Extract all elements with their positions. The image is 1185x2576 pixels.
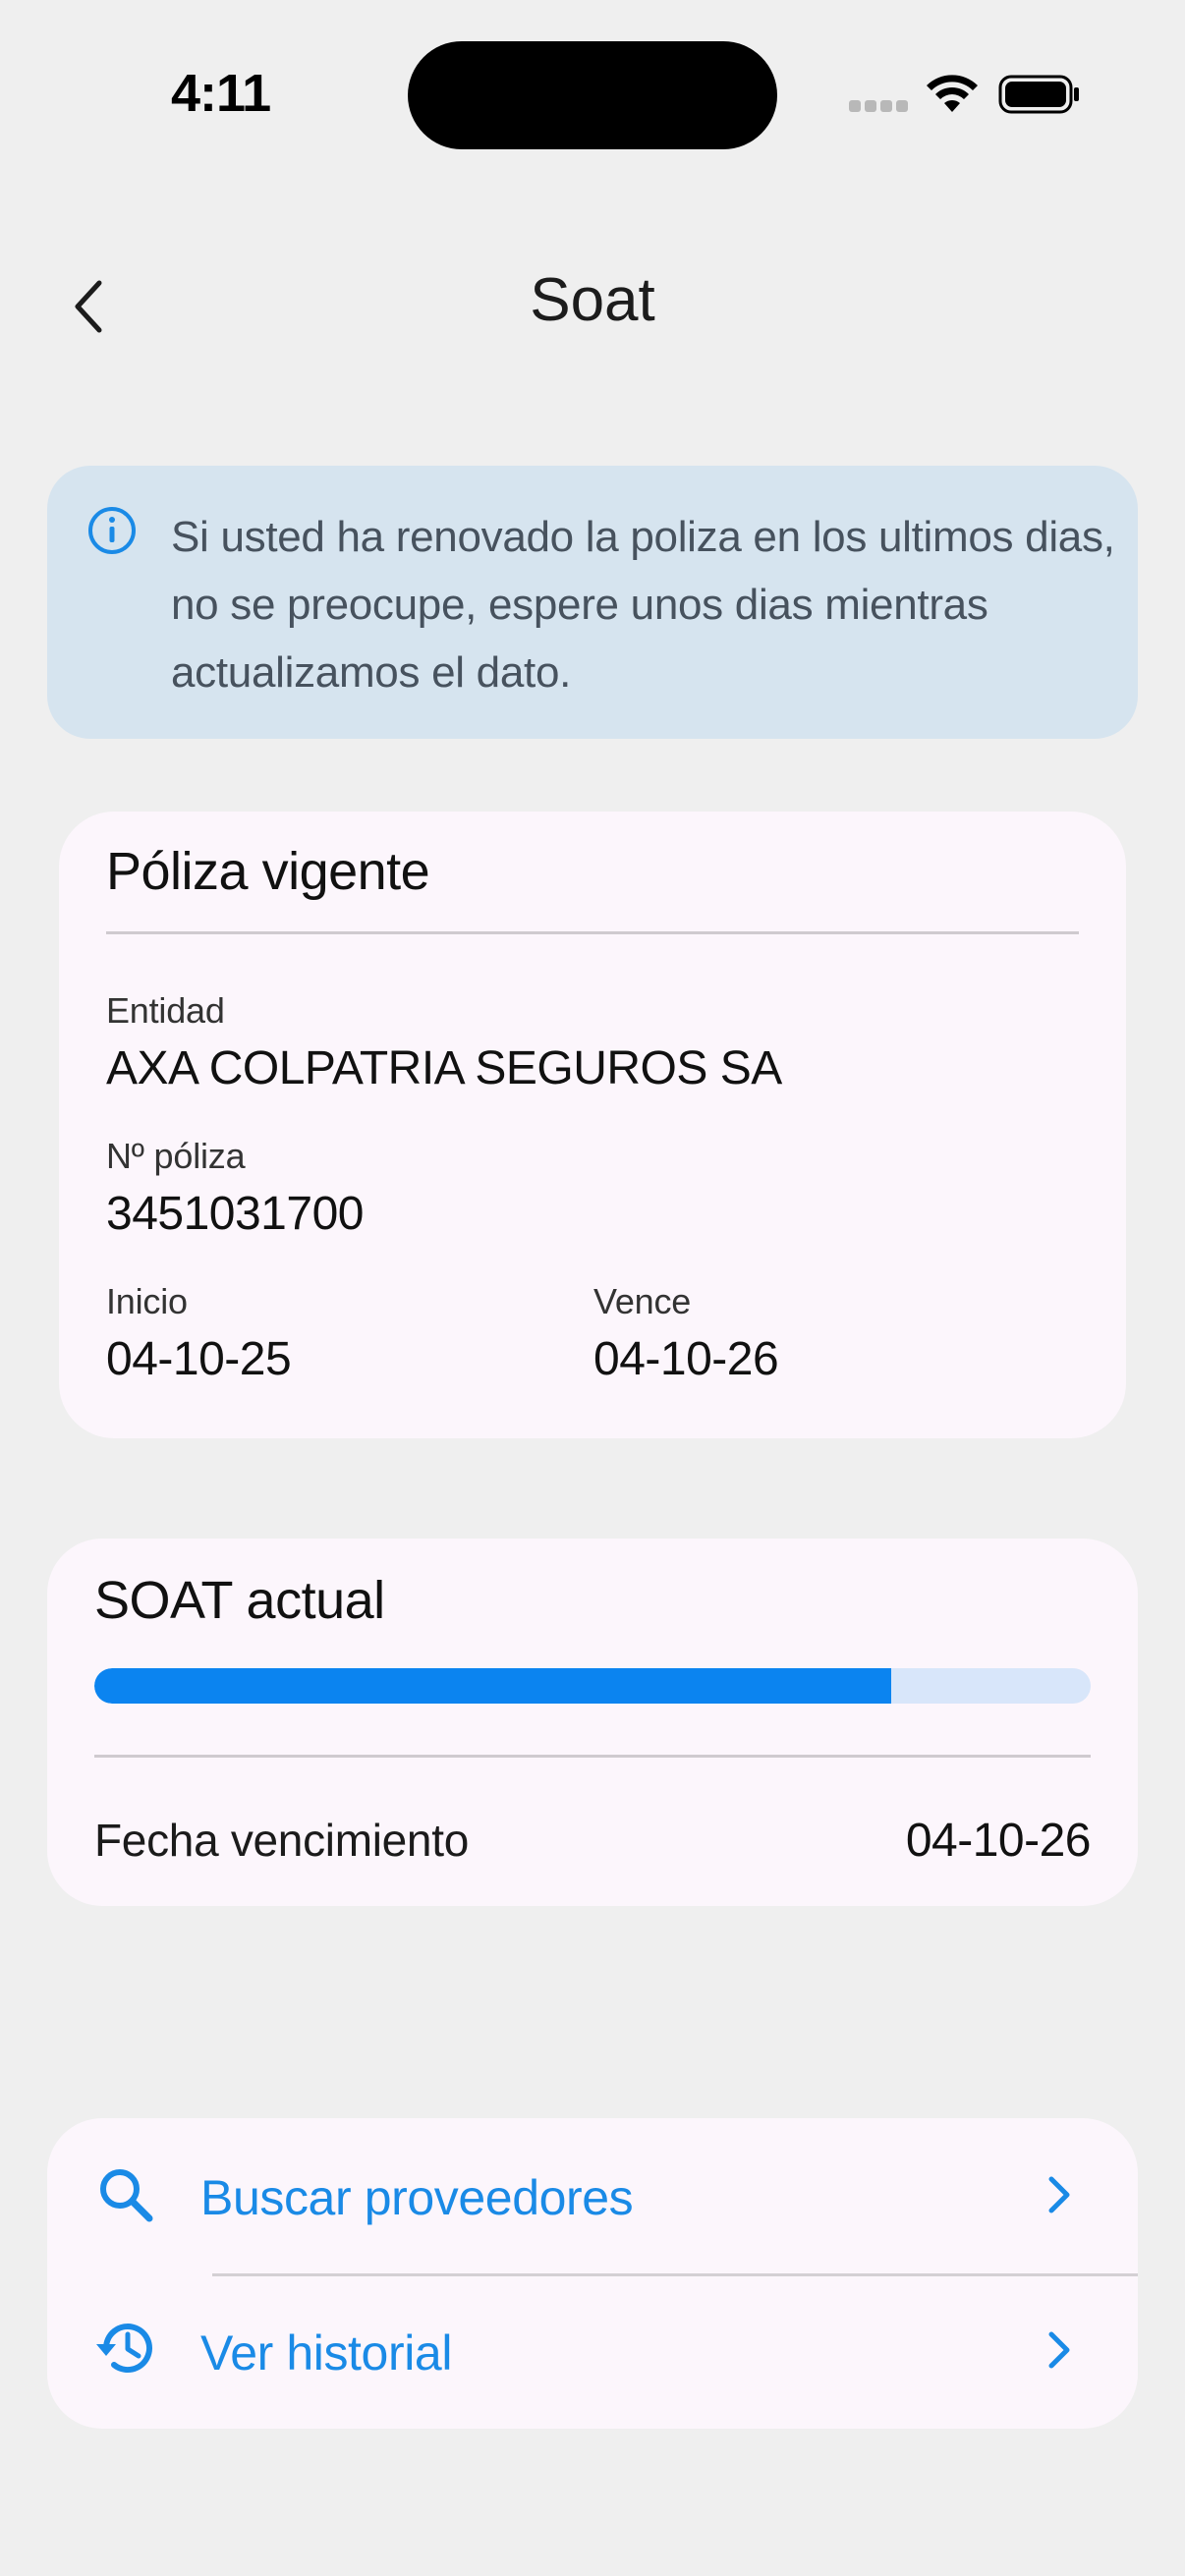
soat-screen: 4:11 Soat Si usted ha renovado la poliza… <box>0 0 1185 2576</box>
actions-card: Buscar proveedores Ver historial <box>47 2118 1138 2429</box>
dynamic-island <box>408 41 777 149</box>
history-icon <box>96 2324 152 2374</box>
cellular-signal-icon <box>849 100 908 114</box>
entity-value: AXA COLPATRIA SEGUROS SA <box>106 1042 782 1094</box>
end-date-value: 04-10-26 <box>593 1333 779 1385</box>
policy-card-title: Póliza vigente <box>106 842 430 901</box>
expiry-label: Fecha vencimiento <box>94 1815 469 1866</box>
policy-number-value: 3451031700 <box>106 1188 364 1240</box>
battery-icon <box>998 75 1079 114</box>
divider <box>106 931 1079 934</box>
soat-current-card: SOAT actual Fecha vencimiento 04-10-26 <box>47 1539 1138 1906</box>
info-banner-text: Si usted ha renovado la poliza en los ul… <box>171 513 1115 697</box>
search-providers-row[interactable]: Buscar proveedores <box>47 2118 1138 2273</box>
start-date-value: 04-10-25 <box>106 1333 292 1385</box>
start-date-label: Inicio <box>106 1281 188 1321</box>
search-icon <box>100 2169 153 2222</box>
expiry-value: 04-10-26 <box>905 1815 1092 1867</box>
status-time: 4:11 <box>171 64 271 123</box>
policy-card: Póliza vigente Entidad AXA COLPATRIA SEG… <box>59 812 1126 1438</box>
chevron-right-icon <box>1048 2331 1070 2369</box>
view-history-row[interactable]: Ver historial <box>47 2273 1138 2429</box>
chevron-right-icon <box>1048 2176 1070 2213</box>
entity-label: Entidad <box>106 990 225 1031</box>
wifi-icon <box>927 75 978 112</box>
validity-progress-fill <box>94 1668 892 1704</box>
view-history-label: Ver historial <box>200 2325 453 2380</box>
policy-number-label: Nº póliza <box>106 1136 246 1176</box>
validity-progress-bar <box>94 1668 1091 1704</box>
info-icon <box>88 507 136 554</box>
info-banner: Si usted ha renovado la poliza en los ul… <box>47 466 1138 739</box>
end-date-label: Vence <box>593 1281 692 1321</box>
divider <box>94 1755 1091 1758</box>
page-title: Soat <box>530 266 655 334</box>
soat-current-title: SOAT actual <box>94 1571 385 1630</box>
search-providers-label: Buscar proveedores <box>200 2170 634 2225</box>
